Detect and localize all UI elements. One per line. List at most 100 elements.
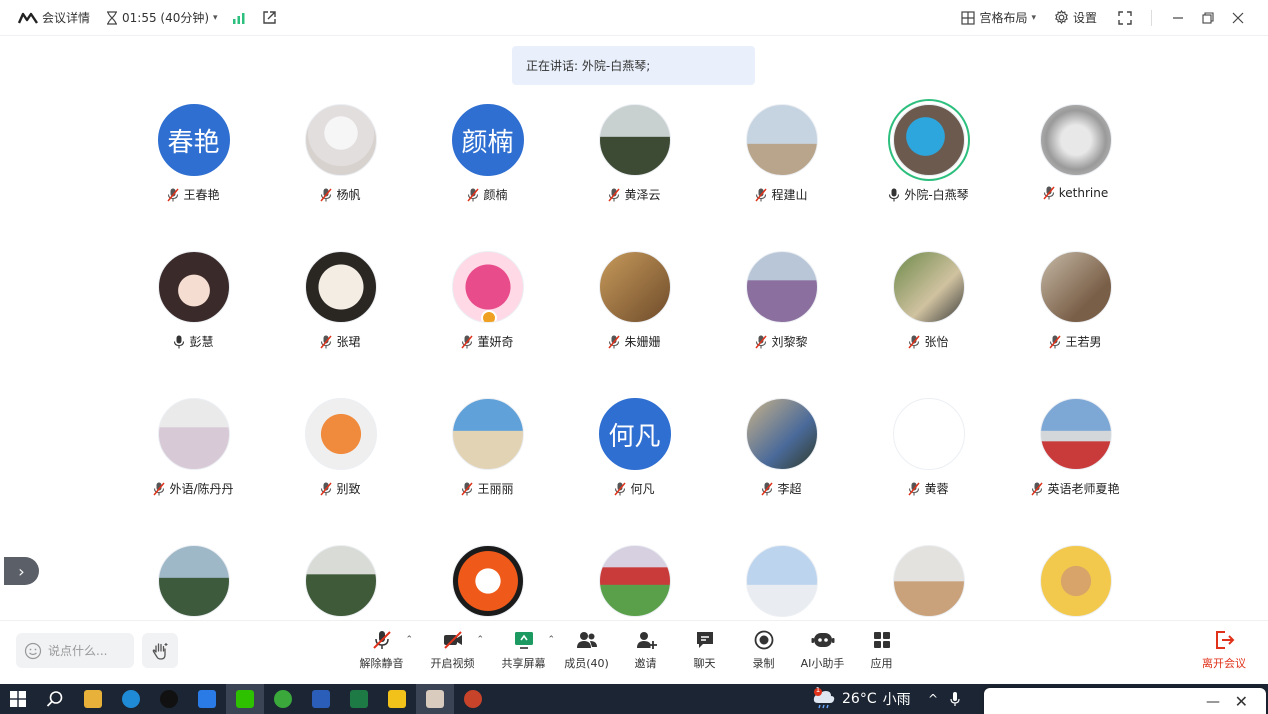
- weather-widget[interactable]: 1 26°C 小雨: [812, 684, 911, 714]
- participant-tile[interactable]: 董妍奇: [414, 242, 561, 389]
- minimize-icon[interactable]: [1166, 6, 1190, 30]
- microphone-icon[interactable]: [950, 691, 960, 707]
- participant-tile[interactable]: 春艳 王春艳: [120, 95, 267, 242]
- apps-button[interactable]: 应用: [852, 629, 911, 671]
- avatar[interactable]: 何凡: [598, 398, 671, 470]
- participant-tile[interactable]: 李超: [708, 389, 855, 536]
- avatar[interactable]: [304, 545, 377, 617]
- ai-assistant-button[interactable]: AI小助手: [793, 629, 852, 671]
- avatar[interactable]: [451, 251, 524, 323]
- avatar[interactable]: [451, 398, 524, 470]
- taskbar-app-explorer[interactable]: [74, 684, 112, 714]
- chat-quick-input[interactable]: 说点什么...: [16, 633, 134, 668]
- chevron-up-icon[interactable]: ^: [928, 692, 938, 706]
- chevron-up-icon[interactable]: ⌃: [476, 635, 484, 645]
- close-icon[interactable]: [1226, 6, 1250, 30]
- avatar[interactable]: [1039, 398, 1112, 470]
- leave-meeting-button[interactable]: 离开会议: [1196, 629, 1252, 671]
- participant-tile[interactable]: [267, 536, 414, 620]
- avatar[interactable]: [892, 545, 965, 617]
- avatar[interactable]: [1039, 251, 1112, 323]
- participant-tile[interactable]: 王若男: [1002, 242, 1149, 389]
- taskbar-app-photo[interactable]: [416, 684, 454, 714]
- avatar[interactable]: [304, 104, 377, 176]
- avatar[interactable]: [745, 251, 818, 323]
- start-video-button[interactable]: 开启视频 ⌃: [423, 629, 484, 671]
- start-button[interactable]: [0, 684, 36, 714]
- avatar[interactable]: [157, 251, 230, 323]
- search-button[interactable]: [36, 684, 74, 714]
- taskbar-app-word[interactable]: [302, 684, 340, 714]
- participant-tile[interactable]: 刘黎黎: [708, 242, 855, 389]
- taskbar-app-excel[interactable]: [340, 684, 378, 714]
- participant-tile[interactable]: [561, 536, 708, 620]
- taskbar-app-wechat[interactable]: [226, 684, 264, 714]
- avatar[interactable]: [598, 545, 671, 617]
- unmute-button[interactable]: 解除静音 ⌃: [352, 629, 413, 671]
- participant-tile[interactable]: 王丽丽: [414, 389, 561, 536]
- participant-tile[interactable]: 黄泽云: [561, 95, 708, 242]
- avatar[interactable]: 颜楠: [451, 104, 524, 176]
- participant-tile[interactable]: 外语/陈丹丹: [120, 389, 267, 536]
- share-screen-button[interactable]: 共享屏幕 ⌃: [494, 629, 555, 671]
- participant-tile[interactable]: [708, 536, 855, 620]
- taskbar-app-tencent-meeting[interactable]: [188, 684, 226, 714]
- avatar[interactable]: 春艳: [157, 104, 230, 176]
- avatar[interactable]: [304, 251, 377, 323]
- participant-tile[interactable]: [414, 536, 561, 620]
- participant-tile[interactable]: 外院-白燕琴: [855, 95, 1002, 242]
- avatar[interactable]: [157, 545, 230, 617]
- close-icon[interactable]: ✕: [1235, 692, 1248, 711]
- participant-tile[interactable]: 颜楠 颜楠: [414, 95, 561, 242]
- avatar[interactable]: [892, 104, 965, 176]
- avatar[interactable]: [892, 251, 965, 323]
- participant-tile[interactable]: 彭慧: [120, 242, 267, 389]
- pop-out-icon[interactable]: [262, 10, 277, 25]
- participant-tile[interactable]: 英语老师夏艳: [1002, 389, 1149, 536]
- avatar[interactable]: [745, 545, 818, 617]
- taskbar-app-notes[interactable]: [378, 684, 416, 714]
- members-button[interactable]: 成员(40): [557, 629, 616, 671]
- avatar[interactable]: [1039, 104, 1112, 176]
- meeting-details-button[interactable]: 会议详情: [18, 9, 90, 26]
- taskbar-app-qq[interactable]: [150, 684, 188, 714]
- avatar[interactable]: [598, 251, 671, 323]
- avatar[interactable]: [304, 398, 377, 470]
- layout-button[interactable]: 宫格布局 ▾: [961, 9, 1036, 26]
- participant-tile[interactable]: [1002, 536, 1149, 620]
- taskbar-app-powerpoint[interactable]: [454, 684, 492, 714]
- participant-tile[interactable]: 程建山: [708, 95, 855, 242]
- taskbar-app-green[interactable]: [264, 684, 302, 714]
- participant-tile[interactable]: 张怡: [855, 242, 1002, 389]
- fullscreen-icon[interactable]: [1113, 6, 1137, 30]
- avatar[interactable]: [598, 104, 671, 176]
- avatar[interactable]: [892, 398, 965, 470]
- record-button[interactable]: 录制: [734, 629, 793, 671]
- taskbar-app-edge[interactable]: [112, 684, 150, 714]
- minimize-icon[interactable]: —: [1206, 694, 1220, 710]
- avatar[interactable]: [745, 398, 818, 470]
- meeting-timer[interactable]: 01:55 (40分钟) ▾: [106, 9, 218, 26]
- participant-tile[interactable]: 张珺: [267, 242, 414, 389]
- participant-tile[interactable]: kethrine: [1002, 95, 1149, 242]
- avatar[interactable]: [1039, 545, 1112, 617]
- chevron-up-icon[interactable]: ⌃: [405, 635, 413, 645]
- participant-tile[interactable]: 杨帆: [267, 95, 414, 242]
- chevron-up-icon[interactable]: ⌃: [547, 635, 555, 645]
- participant-tile[interactable]: 朱姗姗: [561, 242, 708, 389]
- invite-button[interactable]: 邀请: [616, 629, 675, 671]
- avatar[interactable]: [745, 104, 818, 176]
- participant-tile[interactable]: [855, 536, 1002, 620]
- restore-window-icon[interactable]: [1196, 6, 1220, 30]
- participant-tile[interactable]: 别致: [267, 389, 414, 536]
- raise-hand-button[interactable]: [142, 633, 178, 668]
- avatar[interactable]: [157, 398, 230, 470]
- participant-tile[interactable]: 何凡 何凡: [561, 389, 708, 536]
- avatar[interactable]: [451, 545, 524, 617]
- participant-tile[interactable]: 黄蓉: [855, 389, 1002, 536]
- chat-button[interactable]: 聊天: [675, 629, 734, 671]
- participant-tile[interactable]: [120, 536, 267, 620]
- expand-sidebar-button[interactable]: ›: [4, 557, 39, 585]
- network-signal-icon[interactable]: [232, 12, 246, 24]
- settings-button[interactable]: 设置: [1054, 9, 1097, 26]
